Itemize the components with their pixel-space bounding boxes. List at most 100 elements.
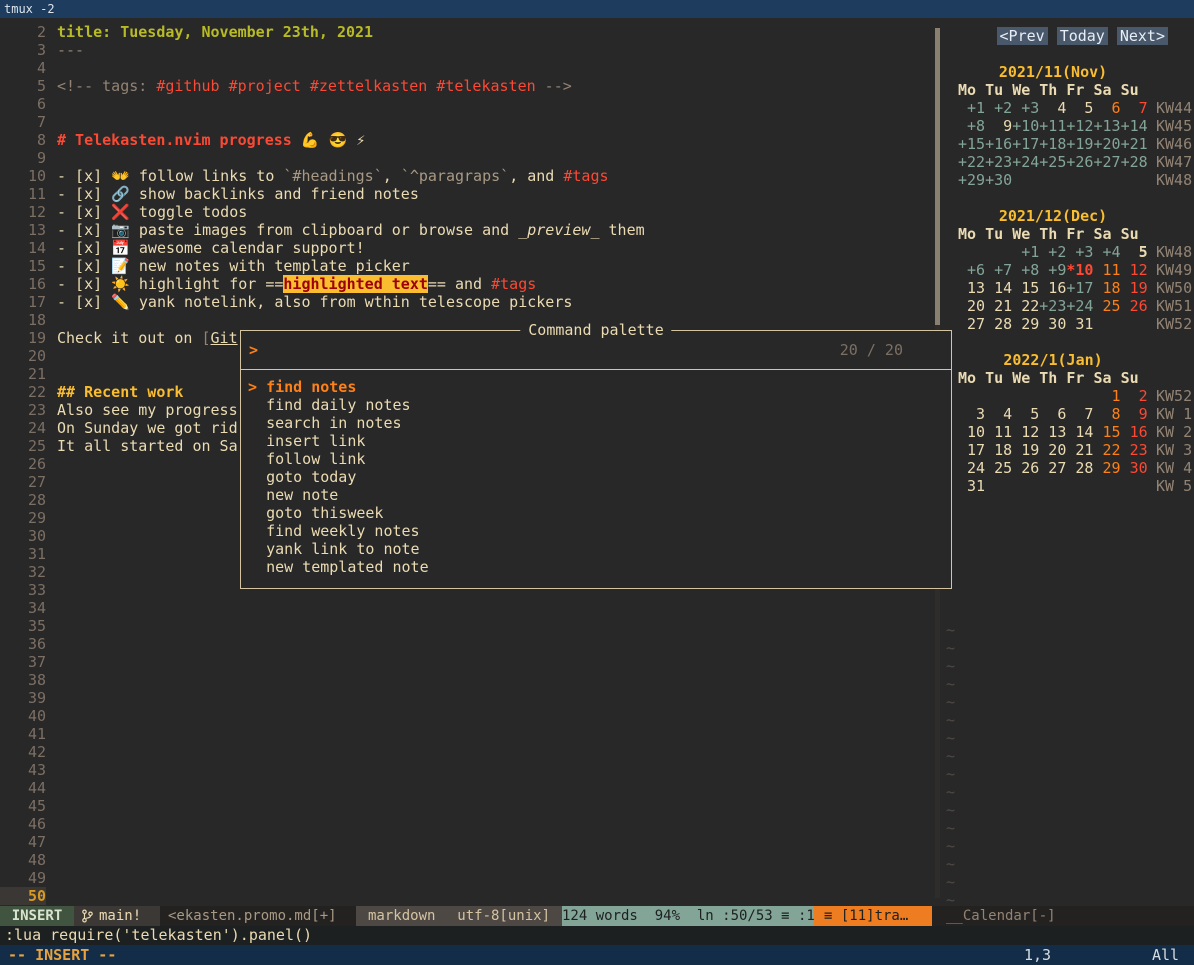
calendar-day[interactable]: +15	[958, 135, 985, 153]
calendar-day[interactable]: *10	[1066, 261, 1093, 279]
editor-line[interactable]: 45	[0, 797, 930, 815]
calendar-day[interactable]: +7	[985, 261, 1012, 279]
editor-line[interactable]: 13- [x] 📷 paste images from clipboard or…	[0, 221, 930, 239]
calendar-day[interactable]: +19	[1066, 135, 1093, 153]
editor-line[interactable]: 3---	[0, 41, 930, 59]
calendar-day[interactable]: 14	[985, 279, 1012, 297]
editor-line[interactable]: 10- [x] 👐 follow links to `#headings`, `…	[0, 167, 930, 185]
calendar-day[interactable]: 1	[1093, 387, 1120, 405]
calendar-day[interactable]: +8	[958, 117, 985, 135]
calendar-day[interactable]: +18	[1039, 135, 1066, 153]
editor-line[interactable]: 16- [x] ☀️ highlight for ==highlighted t…	[0, 275, 930, 293]
calendar-day[interactable]: 26	[1121, 297, 1148, 315]
calendar-day[interactable]: 4	[985, 405, 1012, 423]
calendar-day[interactable]: 31	[958, 477, 985, 495]
command-line[interactable]: :lua require('telekasten').panel()	[0, 926, 1194, 945]
editor-line[interactable]: 17- [x] ✏️ yank notelink, also from wthi…	[0, 293, 930, 311]
editor-line[interactable]: 46	[0, 815, 930, 833]
calendar-day[interactable]: 25	[985, 459, 1012, 477]
calendar-day[interactable]: +13	[1093, 117, 1120, 135]
calendar-day[interactable]: 16	[1039, 279, 1066, 297]
calendar-day[interactable]: +10	[1012, 117, 1039, 135]
calendar-day[interactable]: +23	[985, 153, 1012, 171]
editor-line[interactable]: 9	[0, 149, 930, 167]
calendar-day[interactable]: 28	[985, 315, 1012, 333]
calendar-day[interactable]: +12	[1066, 117, 1093, 135]
calendar-day[interactable]: 19	[1121, 279, 1148, 297]
calendar-day[interactable]: +17	[1066, 279, 1093, 297]
calendar-day[interactable]: +22	[958, 153, 985, 171]
calendar-day[interactable]: 15	[1012, 279, 1039, 297]
editor-line[interactable]: 2title: Tuesday, November 23th, 2021	[0, 23, 930, 41]
calendar-day[interactable]: +3	[1012, 99, 1039, 117]
calendar-day[interactable]: 20	[1039, 441, 1066, 459]
palette-item[interactable]: search in notes	[241, 414, 951, 432]
palette-item[interactable]: goto thisweek	[241, 504, 951, 522]
calendar-day[interactable]: 3	[958, 405, 985, 423]
calendar-day[interactable]: 12	[1012, 423, 1039, 441]
calendar-day[interactable]: 31	[1066, 315, 1093, 333]
calendar-day[interactable]: +6	[958, 261, 985, 279]
git-branch-segment[interactable]: main!	[74, 906, 160, 926]
palette-item[interactable]: new note	[241, 486, 951, 504]
calendar-day[interactable]: 11	[1093, 261, 1120, 279]
calendar-day[interactable]: 23	[1121, 441, 1148, 459]
editor-line[interactable]: 14- [x] 📅 awesome calendar support!	[0, 239, 930, 257]
calendar-day[interactable]: 20	[958, 297, 985, 315]
calendar-day[interactable]: 6	[1039, 405, 1066, 423]
calendar-day[interactable]: 8	[1093, 405, 1120, 423]
palette-item[interactable]: insert link	[241, 432, 951, 450]
calendar-day[interactable]: 13	[1039, 423, 1066, 441]
calendar-day[interactable]: +24	[1012, 153, 1039, 171]
editor-line[interactable]: 4	[0, 59, 930, 77]
calendar-day[interactable]: 11	[985, 423, 1012, 441]
calendar-day[interactable]: 13	[958, 279, 985, 297]
calendar-day[interactable]: +21	[1121, 135, 1148, 153]
calendar-day[interactable]: 17	[958, 441, 985, 459]
calendar-day[interactable]: 5	[1066, 99, 1093, 117]
palette-item[interactable]: goto today	[241, 468, 951, 486]
calendar-next-button[interactable]: Next>	[1117, 27, 1168, 45]
editor-line[interactable]: 49	[0, 869, 930, 887]
palette-item[interactable]: yank link to note	[241, 540, 951, 558]
calendar-day[interactable]: +27	[1093, 153, 1120, 171]
calendar-day[interactable]: 12	[1121, 261, 1148, 279]
palette-item[interactable]: new templated note	[241, 558, 951, 576]
calendar-day[interactable]: 19	[1012, 441, 1039, 459]
editor-line[interactable]: 43	[0, 761, 930, 779]
calendar-day[interactable]: 14	[1066, 423, 1093, 441]
calendar-day[interactable]: 2	[1121, 387, 1148, 405]
calendar-day[interactable]: +2	[985, 99, 1012, 117]
calendar-prev-button[interactable]: <Prev	[997, 27, 1048, 45]
calendar-day[interactable]: 25	[1093, 297, 1120, 315]
calendar-day[interactable]: +17	[1012, 135, 1039, 153]
calendar-day[interactable]: 30	[1039, 315, 1066, 333]
calendar-day[interactable]: +3	[1066, 243, 1093, 261]
calendar-day[interactable]: 18	[985, 441, 1012, 459]
calendar-day[interactable]: +23	[1039, 297, 1066, 315]
calendar-day[interactable]: 24	[958, 459, 985, 477]
editor-line[interactable]: 50	[0, 887, 930, 905]
editor-line[interactable]: 5<!-- tags: #github #project #zettelkast…	[0, 77, 930, 95]
calendar-day[interactable]: 27	[958, 315, 985, 333]
calendar-day[interactable]: +29	[958, 171, 985, 189]
palette-item[interactable]: find weekly notes	[241, 522, 951, 540]
calendar-day[interactable]: +4	[1093, 243, 1120, 261]
calendar-day[interactable]: 21	[985, 297, 1012, 315]
calendar-day[interactable]: 22	[1012, 297, 1039, 315]
calendar-day[interactable]: 28	[1066, 459, 1093, 477]
editor-line[interactable]: 12- [x] ❌ toggle todos	[0, 203, 930, 221]
calendar-day[interactable]: 9	[985, 117, 1012, 135]
calendar-day[interactable]: 5	[1012, 405, 1039, 423]
editor-line[interactable]: 44	[0, 779, 930, 797]
calendar-day[interactable]: +11	[1039, 117, 1066, 135]
calendar-day[interactable]: 18	[1093, 279, 1120, 297]
editor-line[interactable]: 37	[0, 653, 930, 671]
editor-line[interactable]: 40	[0, 707, 930, 725]
calendar-day[interactable]: 7	[1066, 405, 1093, 423]
calendar-day[interactable]: +1	[1012, 243, 1039, 261]
editor-line[interactable]: 15- [x] 📝 new notes with template picker	[0, 257, 930, 275]
calendar-day[interactable]: +8	[1012, 261, 1039, 279]
editor-line[interactable]: 35	[0, 617, 930, 635]
editor-line[interactable]: 39	[0, 689, 930, 707]
